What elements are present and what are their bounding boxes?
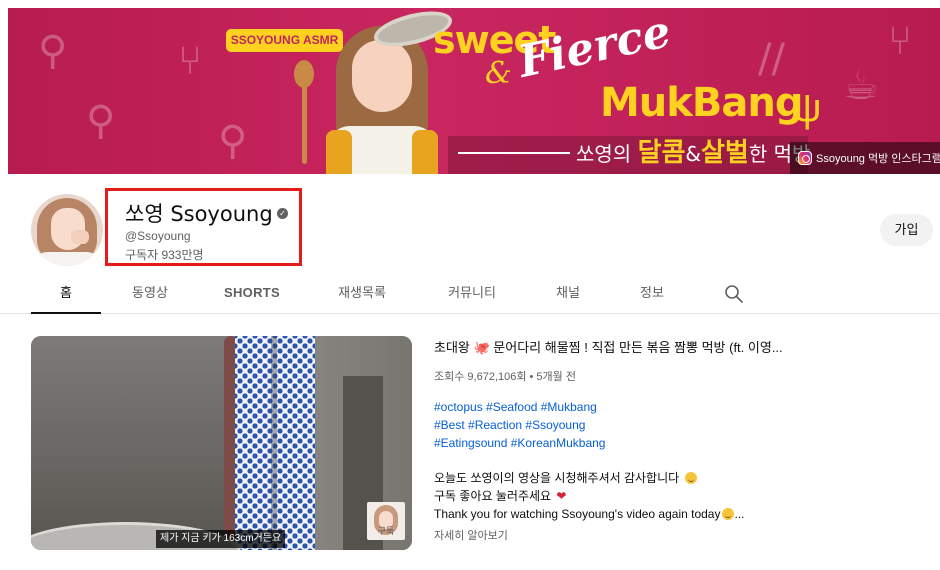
description-line: 오늘도 쏘영이의 영상을 시청해주셔서 감사합니다: [434, 469, 745, 487]
channel-banner: ⚲ ⚲ ⑂ ⚲ // ☕ ⑂ SSOYOUNG ASMR sweet & Fie…: [8, 8, 940, 174]
instagram-link-label: Ssoyoung 먹방 인스타그램: [816, 153, 940, 165]
subscribe-watermark[interactable]: 구독: [367, 502, 405, 540]
channel-page: ⚲ ⚲ ⑂ ⚲ // ☕ ⑂ SSOYOUNG ASMR sweet & Fie…: [0, 0, 940, 570]
fork-doodle-icon: ⑂: [178, 38, 202, 84]
chopsticks-doodle-icon: //: [758, 36, 785, 82]
subtitle-sweet: 달콤: [637, 138, 686, 168]
banner-divider: [458, 152, 570, 154]
featured-video-thumbnail[interactable]: 제가 지금 키가 163cm거든요 구독: [31, 336, 412, 550]
channel-tabs: 홈 동영상 SHORTS 재생목록 커뮤니티 채널 정보: [0, 276, 940, 314]
thumbnail-caption: 제가 지금 키가 163cm거든요: [156, 530, 286, 548]
verified-badge-icon: ✓: [277, 208, 288, 219]
hashtag-line[interactable]: #Eatingsound #KoreanMukbang: [434, 434, 605, 452]
channel-avatar[interactable]: [31, 194, 103, 266]
cup-doodle-icon: ☕: [843, 63, 879, 109]
channel-handle: @Ssoyoung: [125, 229, 191, 243]
grinning-emoji-icon: [684, 472, 697, 484]
subtitle-fierce: 살벌: [701, 138, 749, 168]
banner-subtitle: 쏘영의 달콤&살벌한 먹방: [576, 132, 810, 169]
fork-doodle-icon: ⑂: [888, 18, 912, 64]
subscriber-count: 구독자 933만명: [125, 248, 204, 262]
spoon-doodle-icon: ⚲: [86, 98, 116, 144]
tab-channels[interactable]: 채널: [542, 276, 594, 314]
subtitle-amp: &: [685, 142, 702, 166]
description-line: Thank you for watching Ssoyoung's video …: [434, 507, 745, 521]
subtitle-prefix: 쏘영의: [576, 142, 638, 166]
heart-emoji-icon: ❤: [556, 489, 567, 503]
instagram-link[interactable]: Ssoyoung 먹방 인스타그램: [790, 142, 940, 174]
spoon-doodle-icon: ⚲: [38, 28, 68, 74]
subscribe-watermark-label: 구독: [377, 526, 395, 536]
fork-icon: ψ: [793, 86, 822, 130]
search-icon[interactable]: [724, 284, 744, 304]
featured-video-hashtags: #octopus #Seafood #Mukbang #Best #Reacti…: [434, 398, 605, 452]
instagram-icon: [798, 151, 812, 165]
tab-about[interactable]: 정보: [626, 276, 678, 314]
join-button[interactable]: 가입: [880, 214, 933, 246]
tab-shorts[interactable]: SHORTS: [214, 276, 290, 314]
spoon-doodle-icon: ⚲: [218, 118, 248, 164]
tab-community[interactable]: 커뮤니티: [432, 276, 512, 314]
banner-title-mukbang: MukBang: [600, 80, 803, 126]
tab-videos[interactable]: 동영상: [116, 276, 184, 314]
read-more-link[interactable]: 자세히 알아보기: [434, 527, 508, 543]
description-line: 구독 좋아요 눌러주세요 ❤: [434, 489, 567, 503]
featured-video-meta: 조회수 9,672,106회 • 5개월 전: [434, 371, 576, 383]
tab-home[interactable]: 홈: [31, 276, 101, 314]
featured-video-description: 오늘도 쏘영이의 영상을 시청해주셔서 감사합니다 구독 좋아요 눌러주세요 ❤…: [434, 469, 745, 523]
hashtag-line[interactable]: #Best #Reaction #Ssoyoung: [434, 416, 605, 434]
hashtag-line[interactable]: #octopus #Seafood #Mukbang: [434, 398, 605, 416]
featured-video-title[interactable]: 초대왕 🐙 문어다리 해물찜 ! 직접 만든 볶음 짬뽕 먹방 (ft. 이영.…: [434, 337, 783, 356]
wooden-spoon-image: [294, 60, 314, 164]
tab-playlists[interactable]: 재생목록: [322, 276, 402, 314]
smile-emoji-icon: [722, 508, 735, 520]
banner-title-amp: &: [485, 56, 512, 91]
channel-name: 쏘영 Ssoyoung: [125, 202, 273, 226]
